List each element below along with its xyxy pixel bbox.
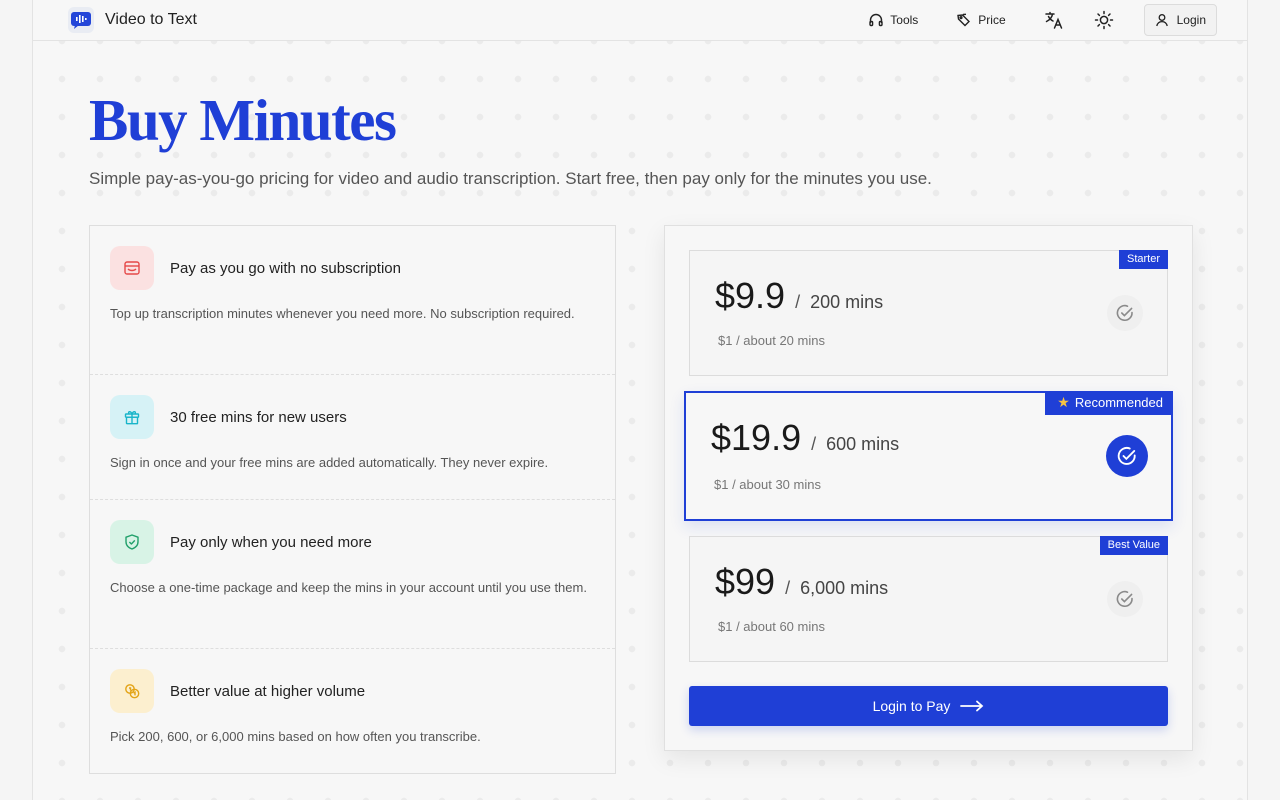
shield-check-icon bbox=[110, 520, 154, 564]
feature-title: Pay only when you need more bbox=[170, 533, 372, 551]
nav-tools[interactable]: Tools bbox=[868, 12, 918, 28]
plan-badge-label: Starter bbox=[1126, 253, 1160, 265]
page-title: Buy Minutes bbox=[89, 87, 397, 153]
plan-badge-label: Best Value bbox=[1107, 539, 1160, 551]
user-icon bbox=[1155, 14, 1168, 27]
headphones-icon bbox=[869, 13, 883, 27]
plan-badge: ★ Recommended bbox=[1045, 391, 1173, 415]
plan-badge: Starter bbox=[1118, 250, 1168, 269]
login-to-pay-button[interactable]: Login to Pay bbox=[689, 686, 1168, 726]
feature-title: 30 free mins for new users bbox=[170, 408, 347, 426]
feature-item: 30 free mins for new users Sign in once … bbox=[90, 375, 615, 500]
feature-description: Sign in once and your free mins are adde… bbox=[110, 455, 549, 470]
plan-price: $99 bbox=[715, 561, 776, 602]
feature-item: Pay as you go with no subscription Top u… bbox=[90, 226, 615, 375]
nav-price[interactable]: Price bbox=[956, 12, 1006, 28]
brand[interactable]: Video to Text bbox=[68, 7, 197, 33]
plan-slash: / bbox=[785, 578, 791, 598]
plan-slash: / bbox=[795, 292, 801, 312]
plan-rate: $1 / about 60 mins bbox=[718, 619, 825, 634]
nav-price-label: Price bbox=[978, 13, 1006, 27]
nav-tools-label: Tools bbox=[890, 13, 919, 27]
plan-badge-label: Recommended bbox=[1074, 395, 1163, 410]
coins-icon bbox=[110, 669, 154, 713]
feature-description: Pick 200, 600, or 6,000 mins based on ho… bbox=[110, 729, 481, 744]
feature-description: Choose a one-time package and keep the m… bbox=[110, 580, 587, 595]
plan-recommended[interactable]: ★ Recommended $19.9 / 600 mins $1 / abou… bbox=[684, 391, 1173, 521]
page-frame: Video to Text Tools Price Login Buy Minu… bbox=[32, 0, 1248, 800]
tags-icon bbox=[957, 13, 971, 27]
theme-toggle[interactable] bbox=[1094, 10, 1114, 30]
login-button[interactable]: Login bbox=[1143, 4, 1217, 36]
sun-icon bbox=[1094, 10, 1113, 30]
wallet-icon bbox=[110, 246, 154, 290]
translate-icon bbox=[1044, 11, 1062, 29]
nav-right: Tools Price Login bbox=[868, 4, 1247, 36]
check-circle-icon bbox=[1107, 295, 1143, 331]
plan-best-value[interactable]: Best Value $99 / 6,000 mins $1 / about 6… bbox=[689, 536, 1168, 662]
feature-description: Top up transcription minutes whenever yo… bbox=[110, 306, 575, 321]
plan-slash: / bbox=[811, 434, 817, 454]
check-circle-icon bbox=[1107, 581, 1143, 617]
translate-button[interactable] bbox=[1044, 10, 1064, 30]
page-subtitle: Simple pay-as-you-go pricing for video a… bbox=[89, 169, 932, 188]
plan-price: $9.9 bbox=[715, 275, 786, 316]
plan-rate: $1 / about 30 mins bbox=[714, 477, 821, 492]
brand-name: Video to Text bbox=[105, 11, 197, 28]
plan-mins: 200 mins bbox=[810, 292, 884, 312]
pricing-card: Starter $9.9 / 200 mins $1 / about 20 mi… bbox=[664, 225, 1193, 751]
feature-title: Better value at higher volume bbox=[170, 682, 366, 700]
features-list: Pay as you go with no subscription Top u… bbox=[89, 225, 616, 774]
gift-icon bbox=[110, 395, 154, 439]
feature-item: Better value at higher volume Pick 200, … bbox=[90, 649, 615, 773]
pay-button-label: Login to Pay bbox=[872, 698, 951, 714]
plan-badge: Best Value bbox=[1099, 536, 1168, 555]
login-label: Login bbox=[1176, 13, 1206, 27]
feature-item: Pay only when you need more Choose a one… bbox=[90, 500, 615, 649]
feature-title: Pay as you go with no subscription bbox=[170, 259, 401, 277]
top-navbar: Video to Text Tools Price Login bbox=[33, 0, 1247, 41]
plan-rate: $1 / about 20 mins bbox=[718, 333, 825, 348]
arrow-right-icon bbox=[960, 700, 984, 712]
brand-logo-icon bbox=[68, 7, 94, 33]
plan-mins: 600 mins bbox=[826, 434, 900, 454]
plan-starter[interactable]: Starter $9.9 / 200 mins $1 / about 20 mi… bbox=[689, 250, 1168, 376]
check-circle-icon bbox=[1106, 435, 1148, 477]
plan-price: $19.9 bbox=[711, 417, 802, 458]
plan-mins: 6,000 mins bbox=[800, 578, 889, 598]
star-icon: ★ bbox=[1057, 394, 1070, 410]
